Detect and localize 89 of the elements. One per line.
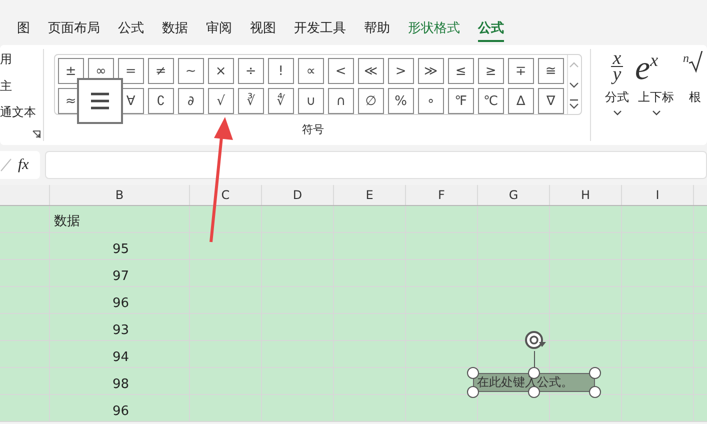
symbol-button[interactable]: ∘ [418,88,444,114]
symbol-button[interactable]: ∩ [328,88,354,114]
table-cell: 98 [112,377,129,392]
table-cell: 96 [112,404,129,419]
script-button[interactable]: 上下标 [638,89,674,106]
table-cell [262,395,334,422]
ribbon-tab[interactable]: 页面布局 [48,16,100,42]
table-cell [478,206,550,233]
ribbon-command[interactable]: 主 [0,78,12,95]
ribbon-tab[interactable]: 帮助 [364,16,390,42]
symbol-button[interactable]: ∝ [298,58,324,84]
symbol-button[interactable]: ∆ [508,88,534,114]
symbol-button[interactable]: × [208,58,234,84]
column-header[interactable]: E [334,185,406,205]
table-cell: 94 [112,350,129,365]
ribbon-command[interactable]: 通文本 [0,104,36,121]
symbol-button[interactable]: ∪ [298,88,324,114]
table-cell [262,206,334,233]
table-cell-text: 数据 [54,213,80,230]
symbol-button[interactable]: = [118,58,144,84]
column-header[interactable]: F [406,185,478,205]
column-header[interactable]: D [262,185,334,205]
fraction-button[interactable]: 分式 [605,89,630,106]
slash-icon [0,158,12,172]
symbol-button[interactable]: ℉ [448,88,474,114]
symbol-button[interactable]: % [388,88,414,114]
table-cell [334,395,406,422]
symbol-button[interactable]: ≤ [448,58,474,84]
table-cell [622,395,694,422]
symbol-button[interactable]: ! [268,58,294,84]
caret-icon [652,110,661,116]
symbol-button[interactable]: ∇ [538,88,564,114]
symbol-button[interactable]: ÷ [238,58,264,84]
insert-function-button[interactable]: fx [18,156,29,174]
ribbon-command[interactable]: 用 [0,51,12,68]
dialog-launcher-icon[interactable] [32,130,41,139]
radical-button[interactable]: 根 [689,89,702,106]
table-cell [550,206,622,233]
resize-handle[interactable] [528,386,540,398]
resize-handle[interactable] [467,386,479,398]
symbol-button[interactable]: √ [208,88,234,114]
group-label: 符号 [302,122,324,137]
symbol-button[interactable]: ∂ [178,88,204,114]
resize-handle[interactable] [467,367,479,379]
scroll-up-icon [569,62,580,68]
table-cell: 97 [112,269,129,284]
symbol-button[interactable]: ∅ [358,88,384,114]
symbol-button[interactable]: ≅ [538,58,564,84]
scroll-down-icon [569,82,580,88]
symbol-button[interactable]: ≠ [148,58,174,84]
table-cell [406,341,478,368]
formula-input[interactable] [45,151,707,179]
symbol-button[interactable]: ∛ [238,88,264,114]
resize-handle[interactable] [589,386,601,398]
ribbon-tab[interactable]: 开发工具 [294,16,346,42]
ribbon-tab[interactable]: 形状格式 [408,16,460,42]
table-cell: 95 [112,242,129,257]
resize-handle[interactable] [589,367,601,379]
table-cell [622,206,694,233]
column-header[interactable]: C [190,185,262,205]
ribbon-tab[interactable]: 图 [17,16,30,42]
symbol-button[interactable]: ≥ [478,58,504,84]
table-cell [406,206,478,233]
symbol-button[interactable]: ≫ [418,58,444,84]
symbol-button[interactable]: ∜ [268,88,294,114]
table-cell: 96 [112,296,129,311]
column-header[interactable]: I [622,185,694,205]
symbol-button[interactable]: ℃ [478,88,504,114]
symbol-button[interactable]: < [328,58,354,84]
ribbon-tab[interactable]: 数据 [162,16,188,42]
column-header[interactable]: G [478,185,550,205]
column-header[interactable]: B [50,185,190,205]
symbol-button[interactable]: ∁ [148,88,174,114]
caret-icon [612,110,622,116]
ribbon-tab[interactable]: 视图 [250,16,276,42]
ribbon-tab[interactable]: 公式 [118,16,144,42]
column-header[interactable]: H [550,185,622,205]
menu-icon [76,78,123,124]
symbol-button[interactable]: ~ [178,58,204,84]
ribbon-tab[interactable]: 公式 [478,16,504,42]
symbol-button[interactable]: ≪ [358,58,384,84]
table-cell [334,206,406,233]
ribbon-tab[interactable]: 审阅 [206,16,232,42]
symbol-button[interactable]: ∓ [508,58,534,84]
table-cell [550,341,622,368]
table-cell: 93 [112,323,129,338]
symbol-button[interactable]: ± [58,58,84,84]
more-icon [569,99,580,110]
symbol-button[interactable]: > [388,58,414,84]
